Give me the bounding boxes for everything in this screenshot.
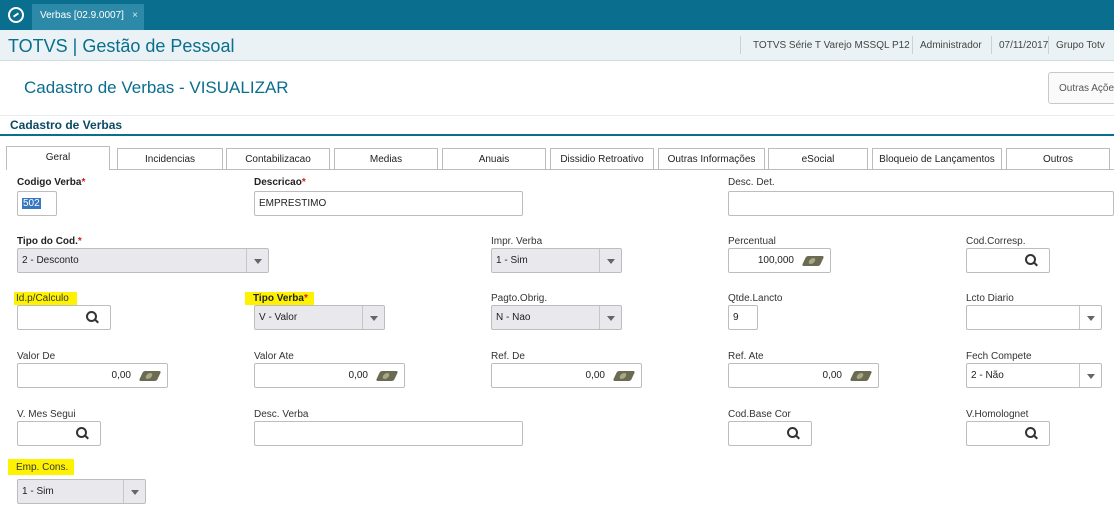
divider	[991, 36, 992, 54]
valor-ate-field[interactable]: 0,00	[254, 363, 405, 388]
codigo-verba-value: 502	[22, 198, 41, 209]
calculator-icon[interactable]	[138, 371, 162, 381]
divider	[1048, 36, 1049, 54]
section-divider	[0, 134, 1114, 136]
pagto-obrig-label: Pagto.Obrig.	[491, 293, 548, 304]
tab-anuais[interactable]: Anuais	[442, 148, 546, 170]
ref-de-field[interactable]: 0,00	[491, 363, 642, 388]
tab-incidencias[interactable]: Incidencias	[117, 148, 223, 170]
pagto-obrig-select[interactable]: N - Nao	[491, 305, 622, 330]
lcto-diario-select[interactable]	[966, 305, 1102, 330]
fech-compete-label: Fech Compete	[966, 351, 1032, 362]
tab-dissidio-retroativo[interactable]: Dissidio Retroativo	[550, 148, 654, 170]
other-actions-button[interactable]: Outras Açõe	[1048, 72, 1114, 104]
page-title: Cadastro de Verbas - VISUALIZAR	[24, 78, 289, 97]
chevron-down-icon[interactable]	[362, 306, 384, 329]
v-homolognet-field[interactable]	[966, 421, 1050, 446]
emp-cons-select[interactable]: 1 - Sim	[17, 479, 146, 504]
valor-de-label: Valor De	[17, 351, 56, 362]
close-icon[interactable]: ×	[132, 10, 138, 21]
qtde-lancto-field[interactable]: 9	[728, 305, 758, 330]
impr-verba-select[interactable]: 1 - Sim	[491, 248, 622, 273]
v-homolognet-label: V.Homolognet	[966, 409, 1029, 420]
app-header: TOTVS | Gestão de Pessoal TOTVS Série T …	[0, 30, 1114, 61]
search-icon[interactable]	[76, 427, 90, 441]
id-calculo-field[interactable]	[17, 305, 111, 330]
id-calculo-label: Id.p/Calculo	[14, 292, 77, 305]
search-icon[interactable]	[1025, 254, 1039, 268]
divider	[740, 36, 741, 54]
desc-det-label: Desc. Det.	[728, 177, 775, 188]
ref-ate-label: Ref. Ate	[728, 351, 764, 362]
chevron-down-icon[interactable]	[1079, 306, 1101, 329]
app-title: TOTVS | Gestão de Pessoal	[8, 36, 235, 56]
calculator-icon[interactable]	[801, 256, 825, 266]
fech-compete-select[interactable]: 2 - Não	[966, 363, 1102, 388]
date-label: 07/11/2017	[999, 40, 1049, 51]
ref-ate-field[interactable]: 0,00	[728, 363, 879, 388]
percentual-label: Percentual	[728, 236, 776, 247]
tipo-cod-label: Tipo do Cod.*	[17, 236, 82, 247]
chevron-down-icon[interactable]	[599, 306, 621, 329]
impr-verba-label: Impr. Verba	[491, 236, 543, 247]
user-label: Administrador	[920, 40, 982, 51]
environment-label: TOTVS Série T Varejo MSSQL P12	[753, 40, 910, 51]
tabs-baseline	[110, 169, 1114, 170]
calculator-icon[interactable]	[612, 371, 636, 381]
emp-cons-label: Emp. Cons.	[8, 459, 75, 475]
search-icon[interactable]	[787, 427, 801, 441]
tab-esocial[interactable]: eSocial	[768, 148, 868, 170]
window-tab-label: Verbas [02.9.0007]	[40, 10, 124, 21]
divider	[912, 36, 913, 54]
chevron-down-icon[interactable]	[246, 249, 268, 272]
window-tab[interactable]: Verbas [02.9.0007] ×	[32, 4, 144, 30]
tab-outros[interactable]: Outros	[1006, 148, 1110, 170]
ref-de-label: Ref. De	[491, 351, 525, 362]
cod-base-cor-field[interactable]	[728, 421, 812, 446]
descricao-label: Descricao*	[254, 177, 306, 188]
qtde-lancto-label: Qtde.Lancto	[728, 293, 783, 304]
v-mes-segui-field[interactable]	[17, 421, 101, 446]
valor-ate-label: Valor Ate	[254, 351, 294, 362]
tab-medias[interactable]: Medias	[334, 148, 438, 170]
tab-bloqueio-lancamentos[interactable]: Bloqueio de Lançamentos	[872, 148, 1002, 170]
tab-geral[interactable]: Geral	[6, 146, 110, 170]
codigo-verba-field[interactable]: 502	[17, 191, 57, 216]
v-mes-segui-label: V. Mes Segui	[17, 409, 76, 420]
desc-det-field[interactable]	[728, 191, 1114, 216]
tipo-verba-select[interactable]: V - Valor	[254, 305, 385, 330]
tab-outras-informacoes[interactable]: Outras Informações	[658, 148, 765, 170]
cod-corresp-label: Cod.Corresp.	[966, 236, 1026, 247]
calculator-icon[interactable]	[375, 371, 399, 381]
page-header: Cadastro de Verbas - VISUALIZAR Outras A…	[0, 62, 1114, 116]
valor-de-field[interactable]: 0,00	[17, 363, 168, 388]
descricao-field[interactable]: EMPRESTIMO	[254, 191, 523, 216]
codigo-verba-label: Codigo Verba*	[17, 177, 86, 188]
cod-base-cor-label: Cod.Base Cor	[728, 409, 791, 420]
section-title: Cadastro de Verbas	[10, 118, 123, 132]
calculator-icon[interactable]	[849, 371, 873, 381]
group-label: Grupo Totv	[1056, 40, 1105, 51]
cod-corresp-field[interactable]	[966, 248, 1050, 273]
desc-verba-label: Desc. Verba	[254, 409, 309, 420]
chevron-down-icon[interactable]	[123, 480, 145, 503]
top-bar: Verbas [02.9.0007] ×	[0, 0, 1114, 30]
tab-contabilizacao[interactable]: Contabilizacao	[226, 148, 330, 170]
chevron-down-icon[interactable]	[599, 249, 621, 272]
chevron-down-icon[interactable]	[1079, 364, 1101, 387]
tipo-verba-label: Tipo Verba*	[245, 292, 314, 305]
desc-verba-field[interactable]	[254, 421, 523, 446]
lcto-diario-label: Lcto Diario	[966, 293, 1014, 304]
totvs-logo-icon[interactable]	[8, 7, 24, 23]
search-icon[interactable]	[1025, 427, 1039, 441]
tipo-cod-select[interactable]: 2 - Desconto	[17, 248, 269, 273]
search-icon[interactable]	[86, 311, 100, 325]
percentual-field[interactable]: 100,000	[728, 248, 831, 273]
